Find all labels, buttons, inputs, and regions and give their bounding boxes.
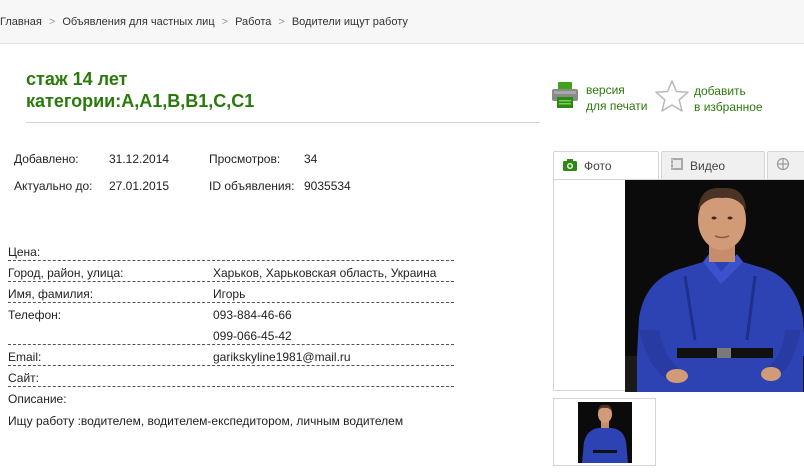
added-date: 31.12.2014 [109,152,170,166]
camera-icon [562,158,578,175]
listing-title-line1: стаж 14 лет [26,69,128,89]
print-version-link[interactable]: версия для печати [550,80,647,115]
breadcrumb-home[interactable]: Главная [0,16,42,28]
phone-label: Телефон: [8,308,62,322]
title-divider [26,122,540,123]
name-value: Игорь [213,287,246,301]
email-value[interactable]: garikskyline1981@mail.ru [213,350,351,364]
breadcrumb-private-ads[interactable]: Объявления для частных лиц [62,16,214,28]
email-label: Email: [8,350,42,364]
fav-label-line1: добавить [694,83,746,98]
breadcrumb-drivers[interactable]: Водители ищут работу [292,16,408,28]
breadcrumb: Главная > Объявления для частных лиц > Р… [0,0,804,44]
description-text: Ищу работу :водителем, водителем-експеди… [8,414,404,428]
tab-photo-label: Фото [584,159,612,173]
printer-icon [550,80,580,115]
print-label-line1: версия [586,82,625,97]
price-row: Цена: [8,240,454,261]
add-to-favorites-link[interactable]: добавить в избранное [654,79,763,118]
tab-video-label: Видео [690,158,726,173]
listing-details: Цена: Город, район, улица: Харьков, Харь… [8,240,454,408]
listing-id-label: ID объявления: [209,179,295,193]
crosshair-icon [776,157,790,174]
star-icon [654,79,690,118]
views-label: Просмотров: [209,152,281,166]
name-label: Имя, фамилия: [8,287,94,301]
print-version-label: версия для печати [586,82,647,114]
breadcrumb-separator: > [278,15,285,28]
phone-value-2[interactable]: 099-066-45-42 [213,329,292,343]
listing-id-value: 9035534 [304,179,351,193]
main-photo[interactable] [625,180,804,392]
tab-photo[interactable]: Фото [553,151,659,180]
phone-value-1[interactable]: 093-884-46-66 [213,308,292,322]
favorites-label: добавить в избранное [694,83,763,115]
city-row: Город, район, улица: Харьков, Харьковска… [8,261,454,282]
added-label: Добавлено: [14,152,79,166]
description-label: Описание: [8,392,67,406]
listing-title-line2: категории:A,A1,B,B1,C,C1 [26,91,255,111]
tab-video[interactable]: Видео [661,151,765,179]
actual-until-label: Актуально до: [14,179,93,193]
email-row: Email: garikskyline1981@mail.ru [8,345,454,366]
site-label: Сайт: [8,371,40,385]
views-count: 34 [304,152,318,166]
price-label: Цена: [8,245,41,259]
description-row: Описание: [8,387,454,408]
actual-until-date: 27.01.2015 [109,179,170,193]
city-value: Харьков, Харьковская область, Украина [213,266,437,280]
breadcrumb-separator: > [221,15,229,28]
breadcrumb-work[interactable]: Работа [235,16,271,28]
fav-label-line2: в избранное [694,99,763,114]
print-label-line2: для печати [586,98,648,113]
film-icon [670,157,684,174]
listing-title: стаж 14 лет категории:A,A1,B,B1,C,C1 [26,68,254,112]
photo-thumbnail[interactable] [553,398,656,466]
phone-row: Телефон: 093-884-46-66 099-066-45-42 [8,303,454,345]
city-label: Город, район, улица: [8,266,124,280]
main-photo-frame [553,179,804,392]
site-row: Сайт: [8,366,454,387]
tab-map[interactable] [767,151,804,179]
breadcrumb-separator: > [48,15,56,28]
name-row: Имя, фамилия: Игорь [8,282,454,303]
thumbnail-image [578,402,632,463]
